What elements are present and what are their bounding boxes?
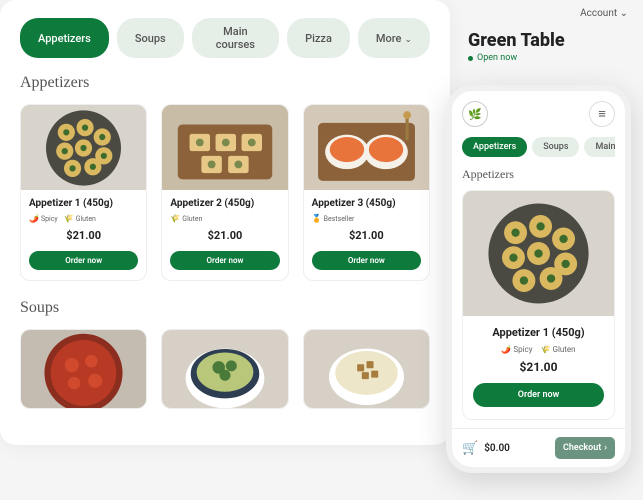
dish-price: $21.00 bbox=[170, 229, 279, 242]
brand-logo: 🌿 bbox=[462, 101, 488, 127]
tag-gluten: 🌾Gluten bbox=[541, 345, 576, 354]
wheat-icon: 🌾 bbox=[170, 214, 180, 223]
cart-total: $0.00 bbox=[484, 443, 510, 454]
mobile-category-tabs: Appetizers Soups Main cou bbox=[462, 137, 615, 157]
mobile-tab-main[interactable]: Main cou bbox=[584, 137, 615, 157]
category-tabs: Appetizers Soups Main courses Pizza More… bbox=[20, 18, 430, 58]
order-button[interactable]: Order now bbox=[312, 251, 421, 270]
tab-pizza[interactable]: Pizza bbox=[287, 18, 350, 58]
mobile-menu-card[interactable]: Appetizer 1 (450g) 🌶️Spicy 🌾Gluten $21.0… bbox=[462, 190, 615, 420]
dish-name: Appetizer 3 (450g) bbox=[312, 198, 421, 209]
appetizers-grid: Appetizer 1 (450g) 🌶️Spicy 🌾Gluten $21.0… bbox=[20, 104, 430, 281]
chili-icon: 🌶️ bbox=[29, 214, 39, 223]
wheat-icon: 🌾 bbox=[64, 214, 74, 223]
dish-price: $21.00 bbox=[312, 229, 421, 242]
dish-name: Appetizer 2 (450g) bbox=[170, 198, 279, 209]
mobile-section-heading: Appetizers bbox=[462, 167, 615, 182]
dish-price: $21.00 bbox=[29, 229, 138, 242]
dish-image bbox=[162, 105, 287, 190]
tab-soups[interactable]: Soups bbox=[117, 18, 184, 58]
menu-card[interactable]: Appetizer 2 (450g) 🌾Gluten $21.00 Order … bbox=[161, 104, 288, 281]
mobile-cart-footer: 🛒 $0.00 Checkout› bbox=[452, 428, 625, 467]
medal-icon: 🏅 bbox=[312, 214, 322, 223]
order-button[interactable]: Order now bbox=[29, 251, 138, 270]
mobile-tab-appetizers[interactable]: Appetizers bbox=[462, 137, 527, 157]
menu-card[interactable]: Appetizer 1 (450g) 🌶️Spicy 🌾Gluten $21.0… bbox=[20, 104, 147, 281]
order-button[interactable]: Order now bbox=[170, 251, 279, 270]
tab-appetizers[interactable]: Appetizers bbox=[20, 18, 109, 58]
chevron-down-icon: ⌄ bbox=[404, 35, 412, 45]
checkout-button[interactable]: Checkout› bbox=[555, 437, 615, 459]
tab-more[interactable]: More⌄ bbox=[358, 18, 430, 58]
dish-image bbox=[162, 330, 287, 408]
dish-image bbox=[304, 330, 429, 408]
tag-spicy: 🌶️Spicy bbox=[501, 345, 532, 354]
open-status: Open now bbox=[468, 53, 628, 63]
menu-card[interactable]: Appetizer 3 (450g) 🏅Bestseller $21.00 Or… bbox=[303, 104, 430, 281]
status-dot-icon bbox=[468, 56, 473, 61]
desktop-menu-panel: Appetizers Soups Main courses Pizza More… bbox=[0, 0, 450, 445]
menu-card[interactable] bbox=[161, 329, 288, 409]
mobile-preview: 🌿 ≡ Appetizers Soups Main cou Appetizers… bbox=[446, 85, 631, 473]
section-heading-soups: Soups bbox=[20, 299, 430, 317]
chevron-right-icon: › bbox=[604, 443, 607, 453]
menu-card[interactable] bbox=[20, 329, 147, 409]
dish-image bbox=[463, 191, 614, 316]
dish-image bbox=[21, 105, 146, 190]
restaurant-name: Green Table bbox=[468, 30, 628, 51]
mobile-order-button[interactable]: Order now bbox=[473, 383, 604, 407]
menu-button[interactable]: ≡ bbox=[589, 101, 615, 127]
tab-main-courses[interactable]: Main courses bbox=[192, 18, 279, 58]
dish-image bbox=[304, 105, 429, 190]
soups-grid bbox=[20, 329, 430, 409]
cart-icon: 🛒 bbox=[462, 441, 478, 456]
account-link[interactable]: Account ⌄ bbox=[580, 8, 628, 19]
restaurant-header: Green Table Open now bbox=[468, 30, 628, 63]
dish-price: $21.00 bbox=[473, 360, 604, 374]
tag-gluten: 🌾Gluten bbox=[64, 214, 96, 223]
tag-gluten: 🌾Gluten bbox=[170, 214, 202, 223]
dish-name: Appetizer 1 (450g) bbox=[29, 198, 138, 209]
tag-spicy: 🌶️Spicy bbox=[29, 214, 58, 223]
chevron-down-icon: ⌄ bbox=[620, 8, 628, 19]
menu-card[interactable] bbox=[303, 329, 430, 409]
cart-summary[interactable]: 🛒 $0.00 bbox=[462, 441, 510, 456]
chili-icon: 🌶️ bbox=[501, 345, 511, 354]
wheat-icon: 🌾 bbox=[541, 345, 551, 354]
mobile-tab-soups[interactable]: Soups bbox=[532, 137, 579, 157]
dish-name: Appetizer 1 (450g) bbox=[473, 326, 604, 339]
dish-image bbox=[21, 330, 146, 408]
section-heading-appetizers: Appetizers bbox=[20, 74, 430, 92]
tag-bestseller: 🏅Bestseller bbox=[312, 214, 355, 223]
